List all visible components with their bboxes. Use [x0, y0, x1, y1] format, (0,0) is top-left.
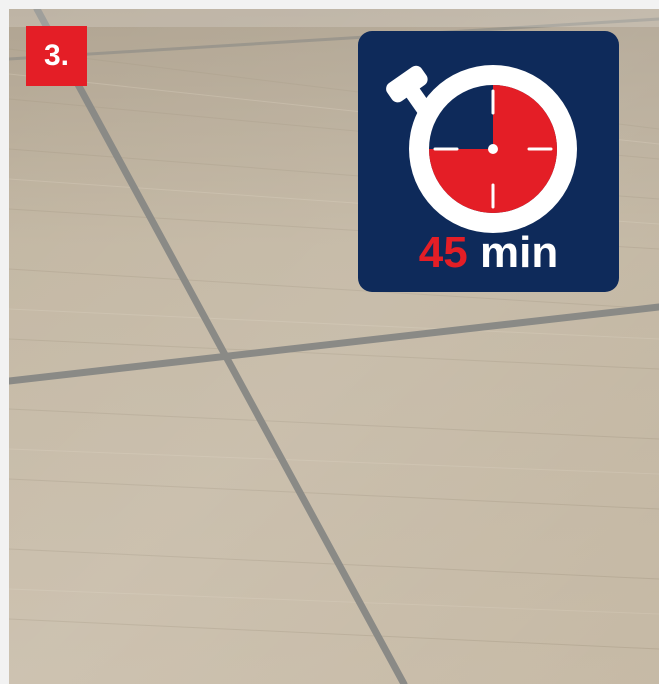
- step-number-badge: 3.: [26, 26, 87, 86]
- stopwatch-center: [488, 144, 498, 154]
- timer-unit: min: [479, 228, 559, 277]
- timer-value: 45: [418, 228, 468, 277]
- timer-card: 45 min: [358, 31, 619, 292]
- step-number-label: 3.: [43, 39, 70, 72]
- timer-duration: 45 min: [358, 227, 619, 279]
